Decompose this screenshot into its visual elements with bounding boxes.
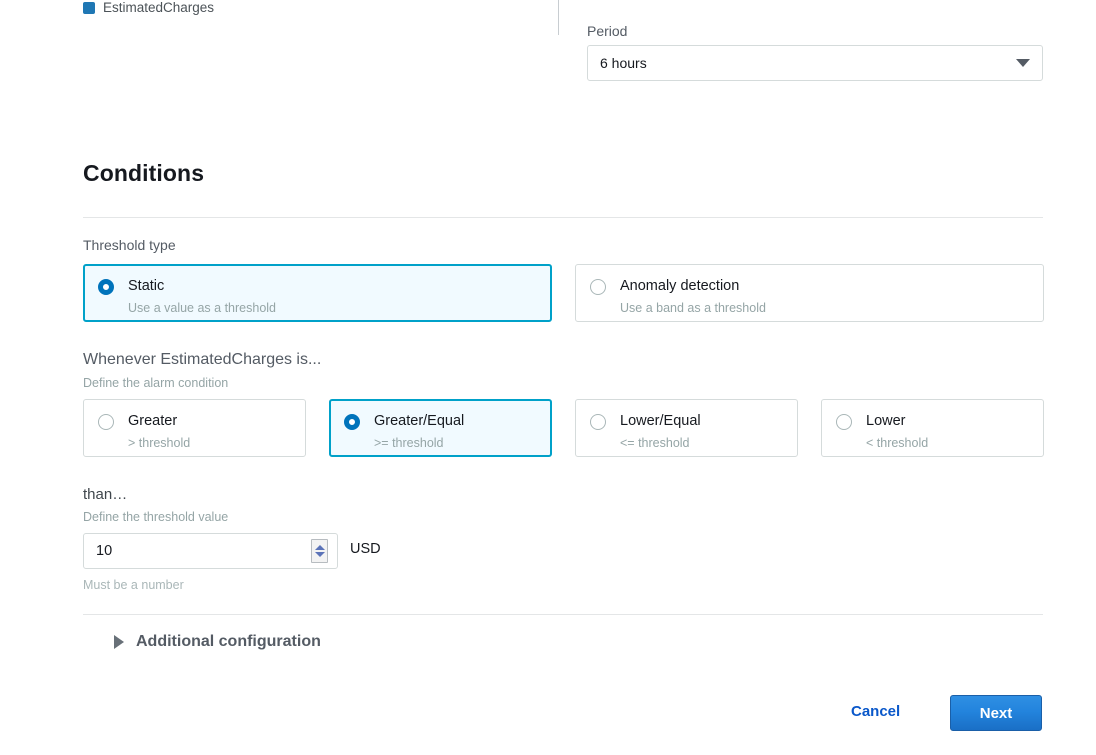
radio-icon <box>344 414 360 430</box>
option-title: Lower <box>866 413 906 429</box>
period-label: Period <box>587 23 628 39</box>
threshold-value-subtitle: Define the threshold value <box>83 510 229 524</box>
number-stepper[interactable] <box>311 539 328 563</box>
next-button[interactable]: Next <box>950 695 1042 731</box>
section-divider-bottom <box>83 614 1043 615</box>
option-subtitle: > threshold <box>128 436 191 450</box>
vertical-divider <box>558 0 559 35</box>
chevron-down-icon <box>1016 59 1030 67</box>
threshold-value-title: than… <box>83 486 128 503</box>
section-divider-top <box>83 217 1043 218</box>
threshold-value-hint: Must be a number <box>83 578 184 592</box>
option-text: Lower/Equal <= threshold <box>620 412 701 451</box>
legend-label: EstimatedCharges <box>103 0 215 15</box>
comparison-option-greater-equal[interactable]: Greater/Equal >= threshold <box>329 399 552 457</box>
additional-configuration-expander[interactable]: Additional configuration <box>114 633 321 651</box>
comparison-title: Whenever EstimatedCharges is... <box>83 351 322 368</box>
stepper-down-icon[interactable] <box>314 552 325 557</box>
option-title: Greater <box>128 413 178 429</box>
option-title: Lower/Equal <box>620 413 701 429</box>
threshold-type-label: Threshold type <box>83 237 176 253</box>
radio-icon <box>590 279 606 295</box>
option-text: Greater/Equal >= threshold <box>374 412 464 451</box>
option-subtitle: >= threshold <box>374 436 444 450</box>
option-subtitle: < threshold <box>866 436 929 450</box>
radio-icon <box>98 279 114 295</box>
create-alarm-conditions-page: EstimatedCharges Period 6 hours Conditio… <box>0 0 1096 755</box>
period-select[interactable]: 6 hours <box>587 45 1043 81</box>
threshold-type-option-static[interactable]: Static Use a value as a threshold <box>83 264 552 322</box>
option-subtitle: <= threshold <box>620 436 690 450</box>
threshold-value-unit: USD <box>350 541 381 557</box>
page-title: Conditions <box>83 160 205 186</box>
option-text: Static Use a value as a threshold <box>128 277 276 316</box>
radio-icon <box>590 414 606 430</box>
option-title: Anomaly detection <box>620 278 740 294</box>
comparison-subtitle: Define the alarm condition <box>83 376 229 390</box>
option-subtitle: Use a band as a threshold <box>620 301 766 315</box>
option-text: Lower < threshold <box>866 412 928 451</box>
comparison-option-lower-equal[interactable]: Lower/Equal <= threshold <box>575 399 798 457</box>
radio-icon <box>98 414 114 430</box>
threshold-type-option-anomaly-detection[interactable]: Anomaly detection Use a band as a thresh… <box>575 264 1044 322</box>
cancel-button[interactable]: Cancel <box>851 703 900 720</box>
option-text: Anomaly detection Use a band as a thresh… <box>620 277 766 316</box>
option-subtitle: Use a value as a threshold <box>128 301 277 315</box>
triangle-right-icon <box>114 635 124 649</box>
legend-color-swatch-icon <box>83 2 95 14</box>
radio-icon <box>836 414 852 430</box>
period-field: Period 6 hours <box>587 23 1043 81</box>
threshold-value-text: 10 <box>96 543 113 559</box>
option-title: Greater/Equal <box>374 413 465 429</box>
metric-legend: EstimatedCharges <box>83 0 214 16</box>
comparison-option-greater[interactable]: Greater > threshold <box>83 399 306 457</box>
comparison-option-lower[interactable]: Lower < threshold <box>821 399 1044 457</box>
stepper-up-icon[interactable] <box>314 545 325 550</box>
option-text: Greater > threshold <box>128 412 190 451</box>
additional-configuration-label: Additional configuration <box>136 633 321 650</box>
threshold-value-input[interactable]: 10 <box>83 533 338 569</box>
option-title: Static <box>128 278 165 294</box>
period-selected-value: 6 hours <box>600 55 647 71</box>
